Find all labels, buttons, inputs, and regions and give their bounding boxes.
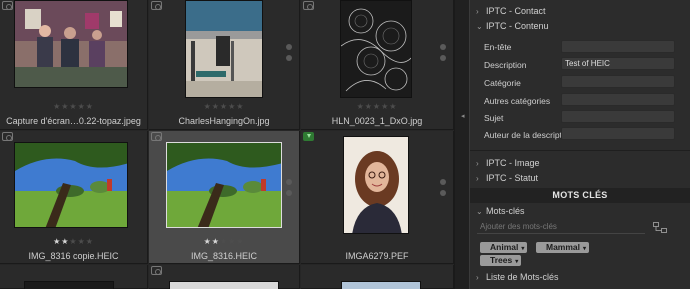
thumbnail-image-partial bbox=[169, 281, 279, 289]
collapse-arrow-icon[interactable]: ◂ bbox=[461, 112, 465, 120]
field-label-category: Catégorie bbox=[484, 78, 521, 88]
chevron-down-icon: ▾ bbox=[515, 259, 519, 265]
thumbnail-cell[interactable]: ★★★★★ HLN_0023_1_DxO.jpg bbox=[301, 0, 454, 130]
field-label-subject: Sujet bbox=[484, 113, 504, 123]
section-keywords[interactable]: ⌄ Mots-clés bbox=[476, 204, 525, 218]
keyword-tag[interactable]: Mammal ▾ bbox=[536, 242, 590, 253]
keyword-tag[interactable]: Trees ▾ bbox=[480, 255, 522, 266]
thumbnail-image-partial bbox=[341, 281, 421, 289]
thumbnail-image[interactable] bbox=[14, 0, 128, 88]
download-icon bbox=[303, 132, 314, 141]
field-label-headline: En-tête bbox=[484, 42, 512, 52]
tree-photo-image bbox=[15, 143, 127, 227]
chevron-down-icon: ▾ bbox=[583, 246, 587, 252]
other-categories-field[interactable] bbox=[561, 93, 675, 106]
cell-options[interactable] bbox=[286, 44, 292, 66]
file-name: HLN_0023_1_DxO.jpg bbox=[331, 116, 423, 126]
section-keyword-list[interactable]: › Liste de Mots-clés bbox=[476, 270, 559, 284]
tree-photo-image bbox=[167, 143, 281, 227]
category-field[interactable] bbox=[561, 75, 675, 88]
section-iptc-contact[interactable]: › IPTC - Contact bbox=[476, 4, 546, 18]
file-name: Capture d'écran…0.22-topaz.jpeg bbox=[6, 116, 141, 126]
keyword-hierarchy-icon[interactable] bbox=[653, 222, 667, 233]
cell-options[interactable] bbox=[440, 179, 446, 201]
thumbnail-cell[interactable] bbox=[0, 265, 148, 289]
field-label-other-categories: Autres catégories bbox=[484, 96, 551, 106]
group-photo-image bbox=[15, 1, 127, 87]
camera-icon bbox=[303, 1, 314, 10]
thumbnail-cell[interactable] bbox=[301, 265, 454, 289]
headline-field[interactable] bbox=[561, 40, 675, 53]
rating-stars[interactable]: ★★★★★ bbox=[0, 237, 147, 246]
thumbnail-cell[interactable] bbox=[149, 265, 300, 289]
thumbnail-grid: ★★★★★ Capture d'écran…0.22-topaz.jpeg ★★… bbox=[0, 0, 454, 289]
keyword-input[interactable]: Ajouter des mots-clés bbox=[477, 220, 645, 234]
caption-writer-field[interactable] bbox=[561, 127, 675, 140]
thumbnail-cell[interactable]: ★★★★★ Capture d'écran…0.22-topaz.jpeg bbox=[0, 0, 148, 130]
field-label-caption-writer: Auteur de la descript bbox=[484, 130, 562, 140]
thumbnail-image[interactable] bbox=[340, 0, 412, 98]
chevron-down-icon: ⌄ bbox=[476, 22, 483, 31]
chevron-right-icon: › bbox=[476, 159, 479, 168]
keywords-header: MOTS CLÉS bbox=[470, 188, 690, 203]
chevron-right-icon: › bbox=[476, 7, 479, 16]
camera-icon bbox=[2, 132, 13, 141]
rating-stars[interactable]: ★★★★★ bbox=[301, 102, 453, 111]
rating-stars[interactable]: ★★★★★ bbox=[149, 102, 299, 111]
thumbnail-image[interactable] bbox=[343, 136, 409, 234]
chevron-down-icon: ▾ bbox=[521, 246, 525, 252]
rating-stars[interactable]: ★★★★★ bbox=[0, 102, 147, 111]
camera-icon bbox=[151, 266, 162, 275]
courtyard-photo-image bbox=[186, 1, 262, 97]
subject-field[interactable] bbox=[561, 110, 675, 123]
camera-icon bbox=[2, 1, 13, 10]
thumbnail-image[interactable] bbox=[185, 0, 263, 98]
thumbnail-image[interactable] bbox=[166, 142, 282, 228]
portrait-photo-image bbox=[344, 137, 408, 233]
thumbnail-cell[interactable]: ★★★★★ IMG_8316 copie.HEIC bbox=[0, 131, 148, 264]
file-name: IMGA6279.PEF bbox=[345, 251, 409, 261]
camera-icon bbox=[151, 1, 162, 10]
cell-options[interactable] bbox=[440, 44, 446, 66]
keyword-tag[interactable]: Animal ▾ bbox=[480, 242, 528, 253]
metadata-panel: › IPTC - Contact ⌄ IPTC - Contenu En-tête … bbox=[470, 0, 690, 289]
section-iptc-image[interactable]: › IPTC - Image bbox=[476, 156, 540, 170]
field-label-description: Description bbox=[484, 60, 527, 70]
bw-texture-image bbox=[341, 1, 411, 97]
thumbnail-cell[interactable]: IMGA6279.PEF bbox=[301, 131, 454, 264]
thumbnail-cell-selected[interactable]: ★★★★★ IMG_8316.HEIC bbox=[149, 131, 300, 264]
rating-stars[interactable]: ★★★★★ bbox=[149, 237, 299, 246]
cell-options[interactable] bbox=[286, 179, 292, 201]
file-name: IMG_8316 copie.HEIC bbox=[28, 251, 119, 261]
thumbnail-image[interactable] bbox=[14, 142, 128, 228]
thumbnail-image-partial bbox=[24, 281, 114, 289]
description-field[interactable]: Test of HEIC bbox=[561, 57, 675, 70]
section-iptc-statut[interactable]: › IPTC - Statut bbox=[476, 171, 538, 185]
file-name: IMG_8316.HEIC bbox=[190, 251, 258, 261]
divider bbox=[470, 150, 690, 151]
chevron-down-icon: ⌄ bbox=[476, 207, 483, 216]
chevron-right-icon: › bbox=[476, 174, 479, 183]
chevron-right-icon: › bbox=[476, 273, 479, 282]
section-iptc-contenu[interactable]: ⌄ IPTC - Contenu bbox=[476, 19, 549, 33]
file-name: CharlesHangingOn.jpg bbox=[178, 116, 270, 126]
thumbnail-cell[interactable]: ★★★★★ CharlesHangingOn.jpg bbox=[149, 0, 300, 130]
camera-icon bbox=[151, 132, 162, 141]
panel-divider[interactable]: ◂ bbox=[454, 0, 470, 289]
